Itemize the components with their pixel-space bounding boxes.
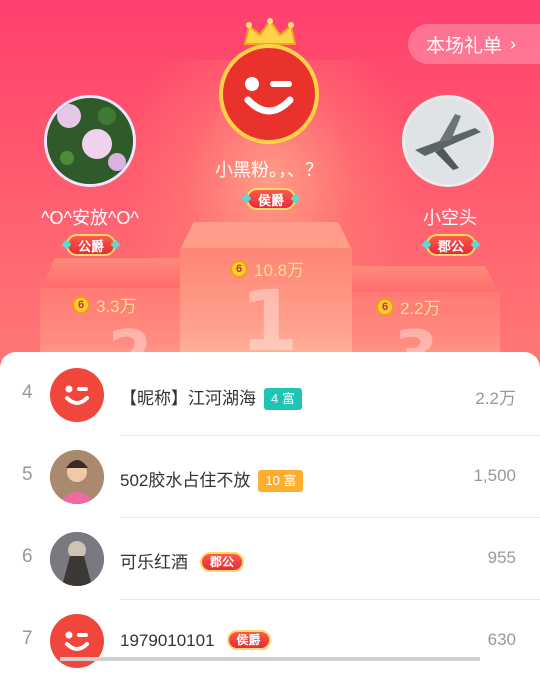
contribution-value: 2.2万 — [475, 389, 516, 408]
user-name: 502胶水占住不放 10 富 — [120, 466, 304, 492]
person-photo — [50, 450, 104, 504]
chevron-right-icon: › — [510, 33, 517, 54]
gift-list-button[interactable]: 本场礼单 › — [408, 24, 540, 64]
third-score: 6 2.2万 — [376, 294, 441, 319]
contribution-value: 630 — [487, 630, 516, 649]
noble-rank-badge: 郡公 — [200, 552, 245, 572]
fighter-jet-photo — [405, 98, 491, 184]
rank-number: 4 — [22, 382, 33, 403]
avatar[interactable] — [50, 450, 104, 504]
second-score: 6 3.3万 — [72, 292, 137, 317]
coin-icon: 6 — [376, 297, 394, 316]
wealth-level-tag: 10 富 — [258, 470, 304, 492]
user-name: 1979010101 侯爵 — [120, 630, 271, 651]
list-item[interactable]: 7 1979010101 侯爵 630 — [0, 600, 540, 682]
second-place-name: ^O^安放^O^ — [41, 208, 139, 228]
first-place-rank-badge: 侯爵 — [246, 188, 297, 210]
first-score: 6 10.8万 — [230, 256, 304, 281]
user-name-text: 【昵称】江河湖海 — [120, 389, 256, 408]
user-name-text: 可乐红酒 — [120, 553, 188, 572]
avatar[interactable] — [50, 368, 104, 422]
first-place-name: 小黑粉。，、？ — [215, 160, 323, 180]
rank-number: 5 — [22, 464, 33, 485]
third-place-name: 小空头 — [423, 208, 477, 228]
contribution-value: 955 — [487, 548, 516, 567]
second-score-value: 3.3万 — [96, 297, 137, 316]
user-name: 可乐红酒 郡公 — [120, 548, 245, 573]
gift-list-label: 本场礼单 — [426, 35, 503, 57]
coin-icon: 6 — [230, 259, 248, 278]
second-place-avatar[interactable] — [44, 95, 136, 187]
coin-icon: 6 — [72, 295, 90, 314]
avatar[interactable] — [50, 532, 104, 586]
list-item[interactable]: 5 502胶水占住不放 10 富 1,500 — [0, 436, 540, 518]
podium-stage: 1 2 3 6 10.8万 6 3.3万 6 2.2万 本场礼单 › 小黑粉。，… — [0, 0, 540, 380]
first-score-value: 10.8万 — [254, 261, 305, 280]
list-item[interactable]: 4 【昵称】江河湖海 4 富 2.2万 — [0, 354, 540, 436]
noble-rank-badge: 侯爵 — [226, 630, 271, 650]
rank-number: 7 — [22, 628, 33, 649]
wink-face-icon — [244, 77, 294, 115]
user-name-text: 502胶水占住不放 — [120, 471, 251, 490]
ranking-list: 4 【昵称】江河湖海 4 富 2.2万 5 502胶水占住不放 10 富 1,50 — [0, 352, 540, 668]
third-place-rank-badge: 郡公 — [426, 234, 477, 256]
second-place-rank-badge: 公爵 — [66, 234, 117, 256]
podium-first-top — [180, 222, 352, 250]
list-item[interactable]: 6 可乐红酒 郡公 955 — [0, 518, 540, 600]
scroll-indicator — [60, 657, 480, 661]
rank-number: 6 — [22, 546, 33, 567]
wink-face-icon — [65, 385, 89, 405]
third-place-avatar[interactable] — [402, 95, 494, 187]
contribution-value: 1,500 — [473, 466, 516, 485]
person-photo — [50, 532, 104, 586]
wealth-level-tag: 4 富 — [264, 388, 302, 410]
user-name: 【昵称】江河湖海 4 富 — [120, 384, 302, 410]
user-name-text: 1979010101 — [120, 631, 215, 650]
third-score-value: 2.2万 — [400, 299, 441, 318]
podium-third-top — [350, 266, 500, 294]
flower-photo — [47, 98, 133, 184]
podium-second-top — [40, 258, 190, 290]
first-place-avatar[interactable] — [219, 44, 319, 144]
